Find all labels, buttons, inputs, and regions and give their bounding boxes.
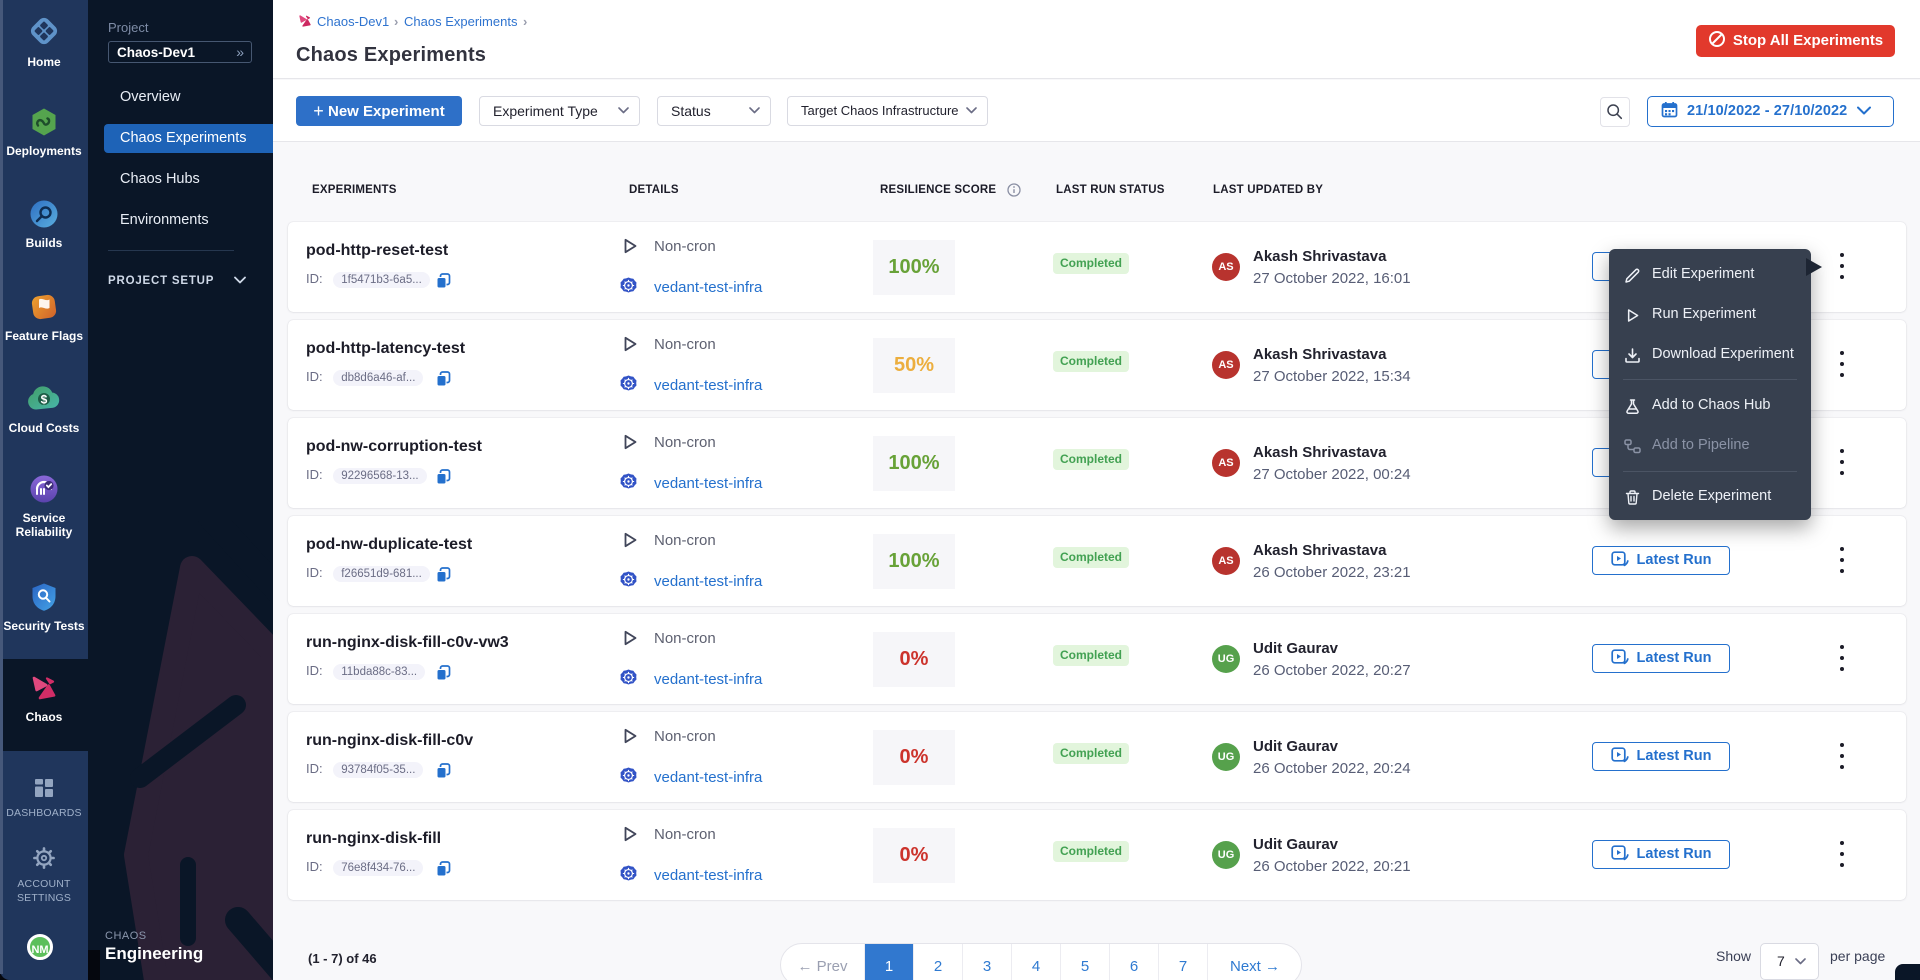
svg-text:$: $	[41, 393, 48, 407]
